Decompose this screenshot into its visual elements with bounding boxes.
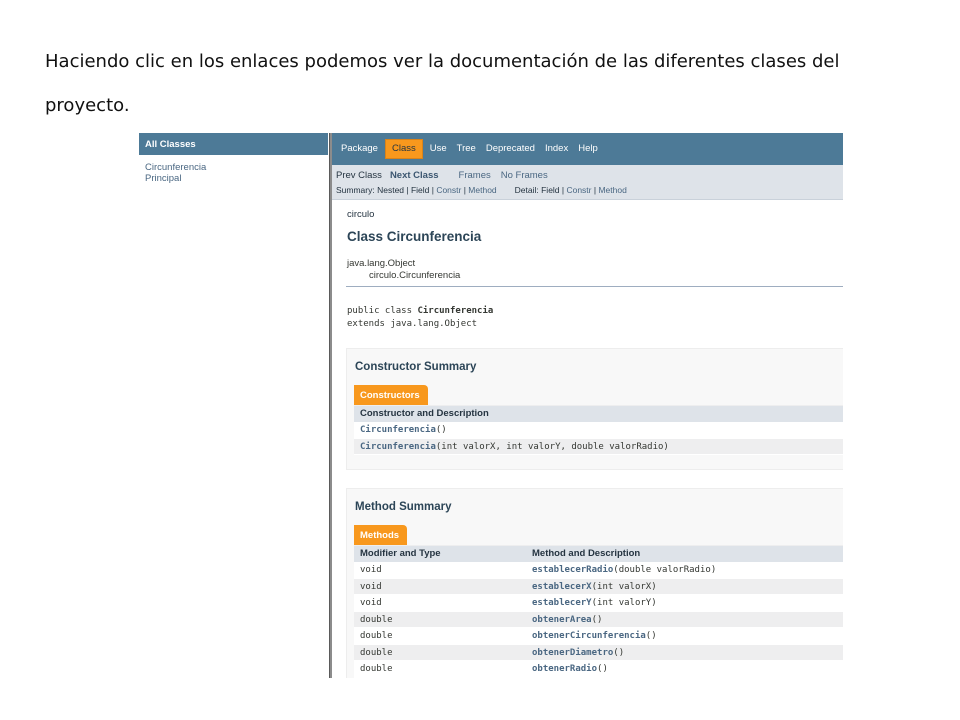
divider — [346, 286, 843, 287]
class-declaration: public class Circunferencia extends java… — [347, 305, 493, 331]
inheritance-tree: java.lang.Object circulo.Circunferencia — [347, 258, 843, 282]
detail-constr-link[interactable]: Constr — [566, 185, 591, 195]
constructor-link[interactable]: Circunferencia — [360, 439, 436, 455]
table-row: Circunferencia (int valorX, int valorY, d… — [354, 438, 843, 455]
nav-use[interactable]: Use — [425, 140, 452, 158]
method-type: void — [360, 598, 382, 608]
summary-method-link[interactable]: Method — [468, 185, 496, 195]
class-title: Class Circunferencia — [347, 229, 482, 244]
method-params: (int valorX) — [591, 581, 657, 592]
method-type: double — [360, 614, 393, 625]
constructors-tab[interactable]: Constructors — [354, 385, 428, 405]
constructor-params: () — [435, 425, 447, 435]
nav-class[interactable]: Class — [384, 139, 423, 159]
method-params: (double valorRadio) — [613, 565, 717, 575]
method-params: () — [597, 664, 608, 674]
constructor-link[interactable]: Circunferencia — [360, 422, 436, 438]
sub-nav-bar: Prev Class Next Class Frames No Frames S… — [332, 165, 843, 200]
table-row: double obtenerDiametro() — [354, 644, 843, 661]
top-nav-bar: Package Class Use Tree Deprecated Index … — [332, 133, 843, 165]
inherit-root: java.lang.Object — [347, 258, 416, 269]
method-link[interactable]: obtenerDiametro — [532, 645, 613, 661]
methods-table: Modifier and Type Method and Description… — [354, 545, 843, 678]
method-link[interactable]: obtenerRadio — [532, 661, 597, 677]
table-row: void establecerX (int valorX) — [354, 578, 843, 595]
detail-method-link[interactable]: Method — [598, 185, 626, 195]
method-type: double — [360, 631, 393, 641]
inherit-child: circulo.Circunferencia — [369, 270, 461, 281]
method-type: double — [360, 664, 393, 674]
method-type: double — [360, 647, 393, 658]
slide-caption: Haciendo clic en los enlaces podemos ver… — [45, 51, 840, 116]
method-link[interactable]: obtenerArea — [532, 612, 592, 628]
nav-index[interactable]: Index — [540, 140, 573, 158]
constructor-summary-title: Constructor Summary — [355, 361, 477, 373]
all-classes-frame: All Classes Circunferencia Principal — [139, 133, 328, 678]
method-params: (int valorY) — [591, 598, 657, 608]
detail-prefix: Detail: Field | — [514, 185, 567, 195]
class-header: circulo Class Circunferencia java.lang.O… — [332, 200, 843, 282]
table-row: double obtenerArea() — [354, 611, 843, 628]
table-row: double obtenerCircunferencia() — [354, 628, 843, 645]
class-link-circunferencia[interactable]: Circunferencia — [145, 162, 328, 173]
header-method-desc: Method and Description — [532, 548, 641, 559]
table-row: double obtenerRadio() — [354, 661, 843, 678]
constructor-summary: Constructor Summary Constructors Constru… — [346, 348, 843, 470]
method-type: void — [360, 581, 382, 592]
no-frames-link[interactable]: No Frames — [501, 168, 548, 184]
class-list: Circunferencia Principal — [139, 155, 328, 184]
nav-tree[interactable]: Tree — [452, 140, 481, 158]
all-classes-header: All Classes — [139, 133, 328, 155]
header-modifier-type: Modifier and Type — [360, 548, 441, 559]
next-class-link[interactable]: Next Class — [390, 168, 439, 184]
method-params: () — [645, 631, 657, 641]
method-link[interactable]: establecerRadio — [532, 562, 613, 578]
table-row: void establecerRadio (double valorRadio) — [354, 562, 843, 579]
method-summary-title: Method Summary — [355, 501, 452, 513]
method-params: () — [613, 647, 625, 658]
table-row: Circunferencia() — [354, 422, 843, 439]
method-link[interactable]: establecerY — [532, 595, 592, 611]
constructors-table: Constructor and Description Circunferenc… — [354, 405, 843, 455]
nav-deprecated[interactable]: Deprecated — [481, 140, 540, 158]
decl-extends: extends java.lang.Object — [347, 319, 478, 329]
summary-constr-link[interactable]: Constr — [436, 185, 461, 195]
decl-prefix: public class — [347, 306, 418, 316]
class-doc-frame: Package Class Use Tree Deprecated Index … — [332, 133, 843, 678]
constructors-table-header: Constructor and Description — [354, 406, 843, 422]
package-name: circulo — [347, 209, 375, 220]
method-type: void — [360, 565, 382, 575]
decl-class-name: Circunferencia — [417, 306, 494, 316]
nav-package[interactable]: Package — [336, 140, 383, 158]
frames-link[interactable]: Frames — [459, 168, 491, 184]
detail-nav: Detail: Field | Constr | Method — [515, 184, 627, 196]
constructor-params: (int valorX, int valorY, double valorRad… — [435, 441, 669, 452]
method-summary: Method Summary Methods Modifier and Type… — [346, 488, 843, 678]
summary-prefix: Summary: Nested | Field | — [336, 185, 437, 195]
prev-class-label: Prev Class — [336, 170, 382, 181]
table-row: void establecerY (int valorY) — [354, 595, 843, 612]
method-link[interactable]: establecerX — [532, 579, 592, 595]
class-link-principal[interactable]: Principal — [145, 173, 328, 184]
method-params: () — [591, 614, 603, 625]
summary-nav: Summary: Nested | Field | Constr | Metho… — [336, 184, 497, 196]
nav-help[interactable]: Help — [573, 140, 603, 158]
method-link[interactable]: obtenerCircunferencia — [532, 628, 646, 644]
methods-table-header: Modifier and Type Method and Description — [354, 546, 843, 562]
methods-tab[interactable]: Methods — [354, 525, 408, 545]
